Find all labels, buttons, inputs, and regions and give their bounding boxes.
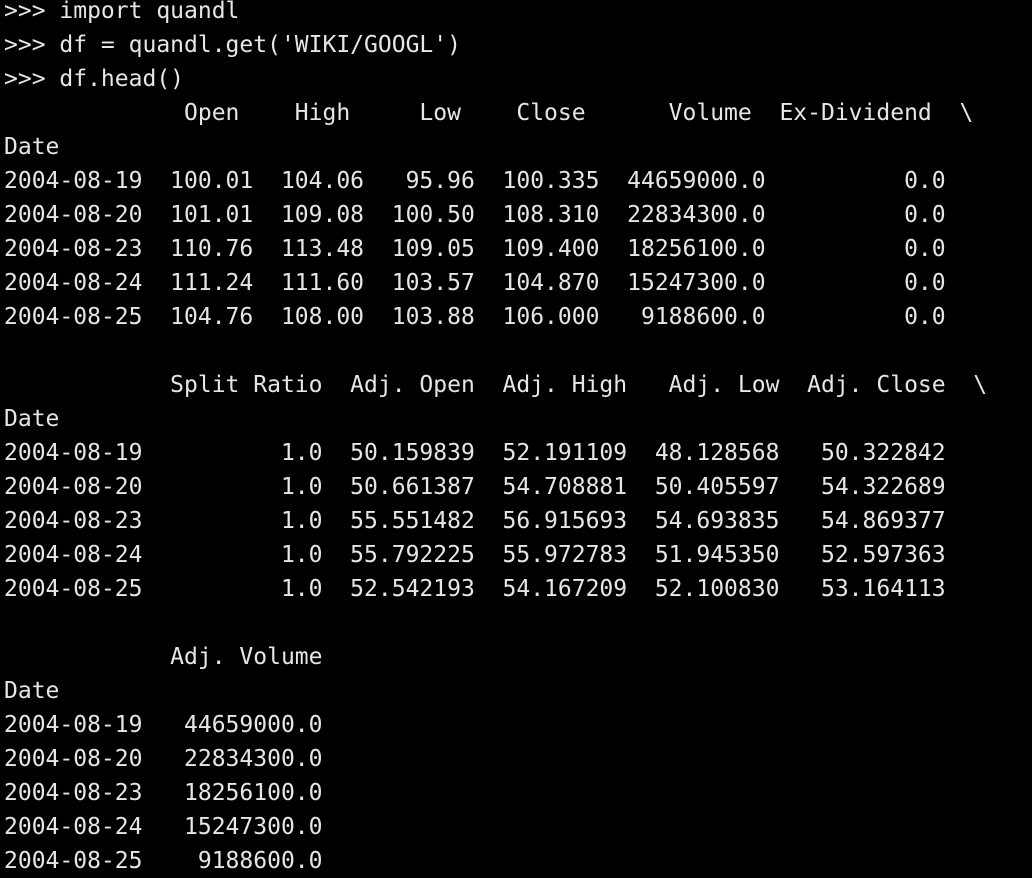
output-row: 2004-08-20 22834300.0 <box>4 746 323 772</box>
output-row: 2004-08-25 1.0 52.542193 54.167209 52.10… <box>4 576 946 602</box>
output-row: 2004-08-24 1.0 55.792225 55.972783 51.94… <box>4 542 946 568</box>
output-header-row: Open High Low Close Volume Ex-Dividend \ <box>4 100 974 126</box>
output-row: 2004-08-19 100.01 104.06 95.96 100.335 4… <box>4 168 946 194</box>
output-header-row: Adj. Volume <box>4 644 323 670</box>
prompt-line-import: >>> import quandl <box>4 0 240 24</box>
output-row: 2004-08-20 1.0 50.661387 54.708881 50.40… <box>4 474 946 500</box>
output-row: 2004-08-24 15247300.0 <box>4 814 323 840</box>
output-row: 2004-08-23 110.76 113.48 109.05 109.400 … <box>4 236 946 262</box>
output-row: 2004-08-25 104.76 108.00 103.88 106.000 … <box>4 304 946 330</box>
terminal-window[interactable]: >>> import quandl >>> df = quandl.get('W… <box>0 0 1032 874</box>
output-header-row: Split Ratio Adj. Open Adj. High Adj. Low… <box>4 372 988 398</box>
prompt-line-head: >>> df.head() <box>4 66 185 92</box>
prompt-line-get: >>> df = quandl.get('WIKI/GOOGL') <box>4 32 461 58</box>
output-row: 2004-08-20 101.01 109.08 100.50 108.310 … <box>4 202 946 228</box>
output-row: 2004-08-23 1.0 55.551482 56.915693 54.69… <box>4 508 946 534</box>
output-row: 2004-08-19 44659000.0 <box>4 712 323 738</box>
output-row: 2004-08-23 18256100.0 <box>4 780 323 806</box>
output-row: 2004-08-24 111.24 111.60 103.57 104.870 … <box>4 270 946 296</box>
output-row: 2004-08-25 9188600.0 <box>4 848 323 874</box>
output-row: 2004-08-19 1.0 50.159839 52.191109 48.12… <box>4 440 946 466</box>
output-index-label: Date <box>4 678 60 704</box>
output-index-label: Date <box>4 406 60 432</box>
output-index-label: Date <box>4 134 60 160</box>
